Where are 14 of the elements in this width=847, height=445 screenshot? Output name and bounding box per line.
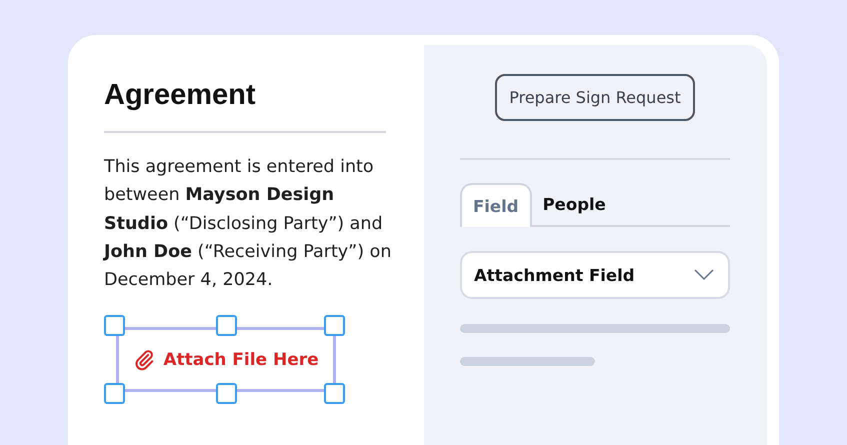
- agreement-text: This agreement is entered into between Mayson Design Studio (“Disclosing Party”) and John Doe (“Receiving Party”) on December 4, 2024.: [104, 156, 392, 292]
- tab[interactable]: Field: [460, 183, 532, 227]
- tab[interactable]: People: [532, 183, 617, 227]
- resize-handle[interactable]: [324, 383, 345, 404]
- document-title: Agreement: [104, 78, 256, 113]
- field-type-dropdown[interactable]: Attachment Field: [460, 251, 730, 299]
- resize-handle[interactable]: [216, 315, 237, 336]
- resize-handle[interactable]: [104, 315, 125, 336]
- resize-handle[interactable]: [324, 315, 345, 336]
- paperclip-icon: [133, 348, 156, 371]
- chevron-down-icon: [694, 269, 714, 281]
- prepare-sign-request-button[interactable]: Prepare Sign Request: [495, 74, 695, 121]
- resize-handle[interactable]: [104, 383, 125, 404]
- resize-handle[interactable]: [216, 383, 237, 404]
